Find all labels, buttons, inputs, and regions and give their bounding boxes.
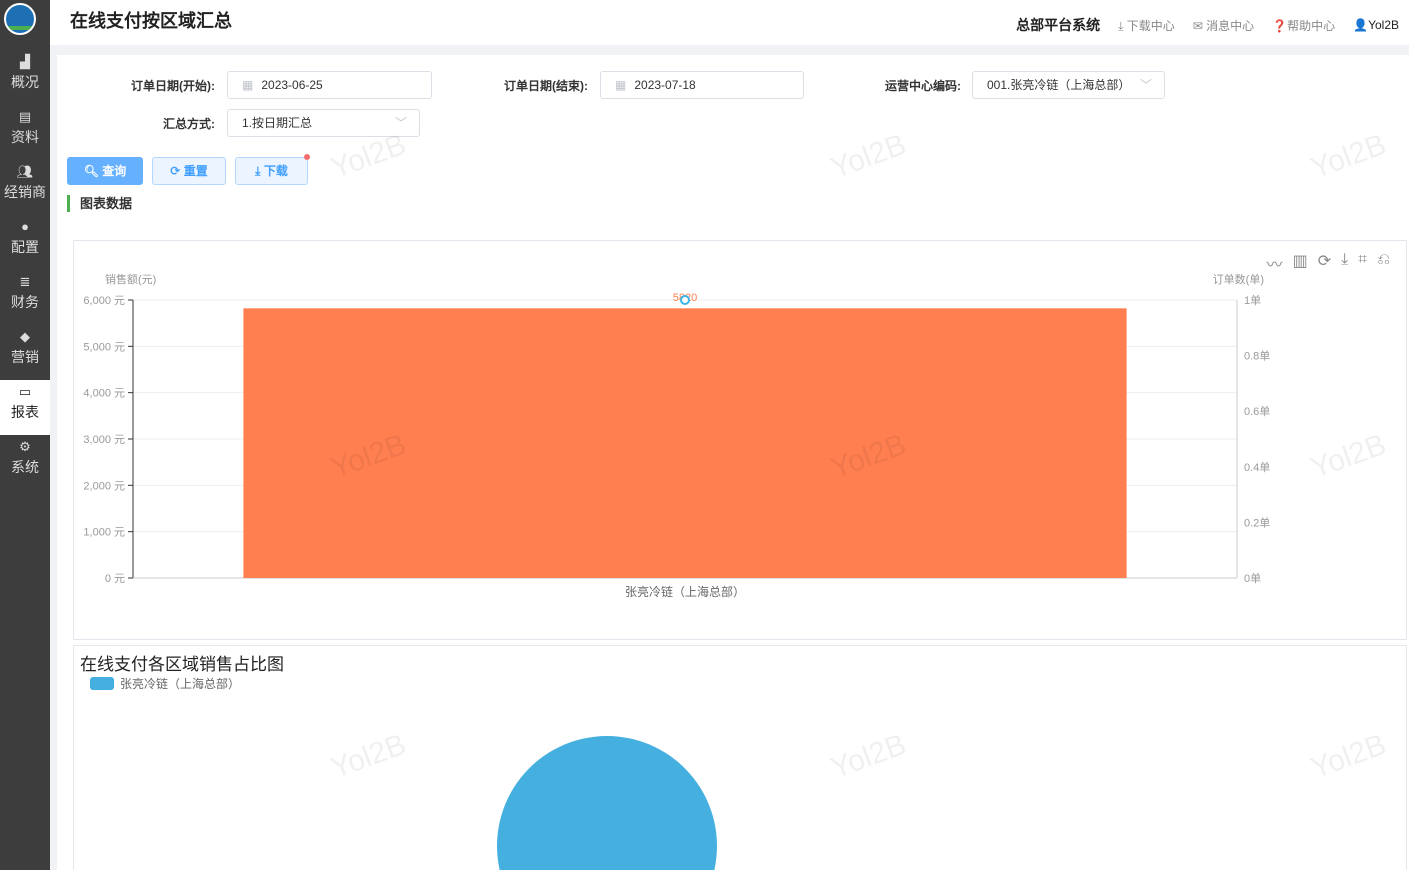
pie-slice[interactable] [497, 736, 717, 870]
y-tick-label: 0 元 [105, 573, 125, 585]
y-tick-label: 6,000 元 [83, 295, 125, 307]
y-tick-label: 3,000 元 [83, 434, 125, 446]
y-tick-label: 5,000 元 [83, 341, 125, 353]
bar-chart: 0 元 1,000 元 2,000 元 3,000 元 4,000 元 5,000 元 6,… [83, 272, 1270, 599]
x-tick-label: 张亮冷链（上海总部） [625, 584, 745, 599]
y-tick-label: 4,000 元 [83, 388, 125, 400]
y-axis-title: 销售额(元) [105, 272, 156, 286]
y2-tick-label: 0.6单 [1244, 405, 1270, 418]
line-point [680, 295, 690, 305]
y2-tick-label: 0.8单 [1244, 350, 1270, 363]
y2-tick-label: 0.4单 [1244, 461, 1270, 474]
pie-chart-panel: 在线支付各区域销售占比图 张亮冷链（上海总部） [73, 645, 1407, 870]
y-tick-label: 2,000 元 [83, 480, 125, 492]
y-tick-label: 1,000 元 [83, 527, 125, 539]
bar [243, 308, 1127, 578]
y2-axis-title: 订单数(单) [1213, 273, 1264, 286]
y2-tick-label: 0.2单 [1244, 516, 1270, 529]
y2-tick-label: 1单 [1244, 294, 1261, 307]
y2-tick-label: 0单 [1244, 572, 1261, 585]
